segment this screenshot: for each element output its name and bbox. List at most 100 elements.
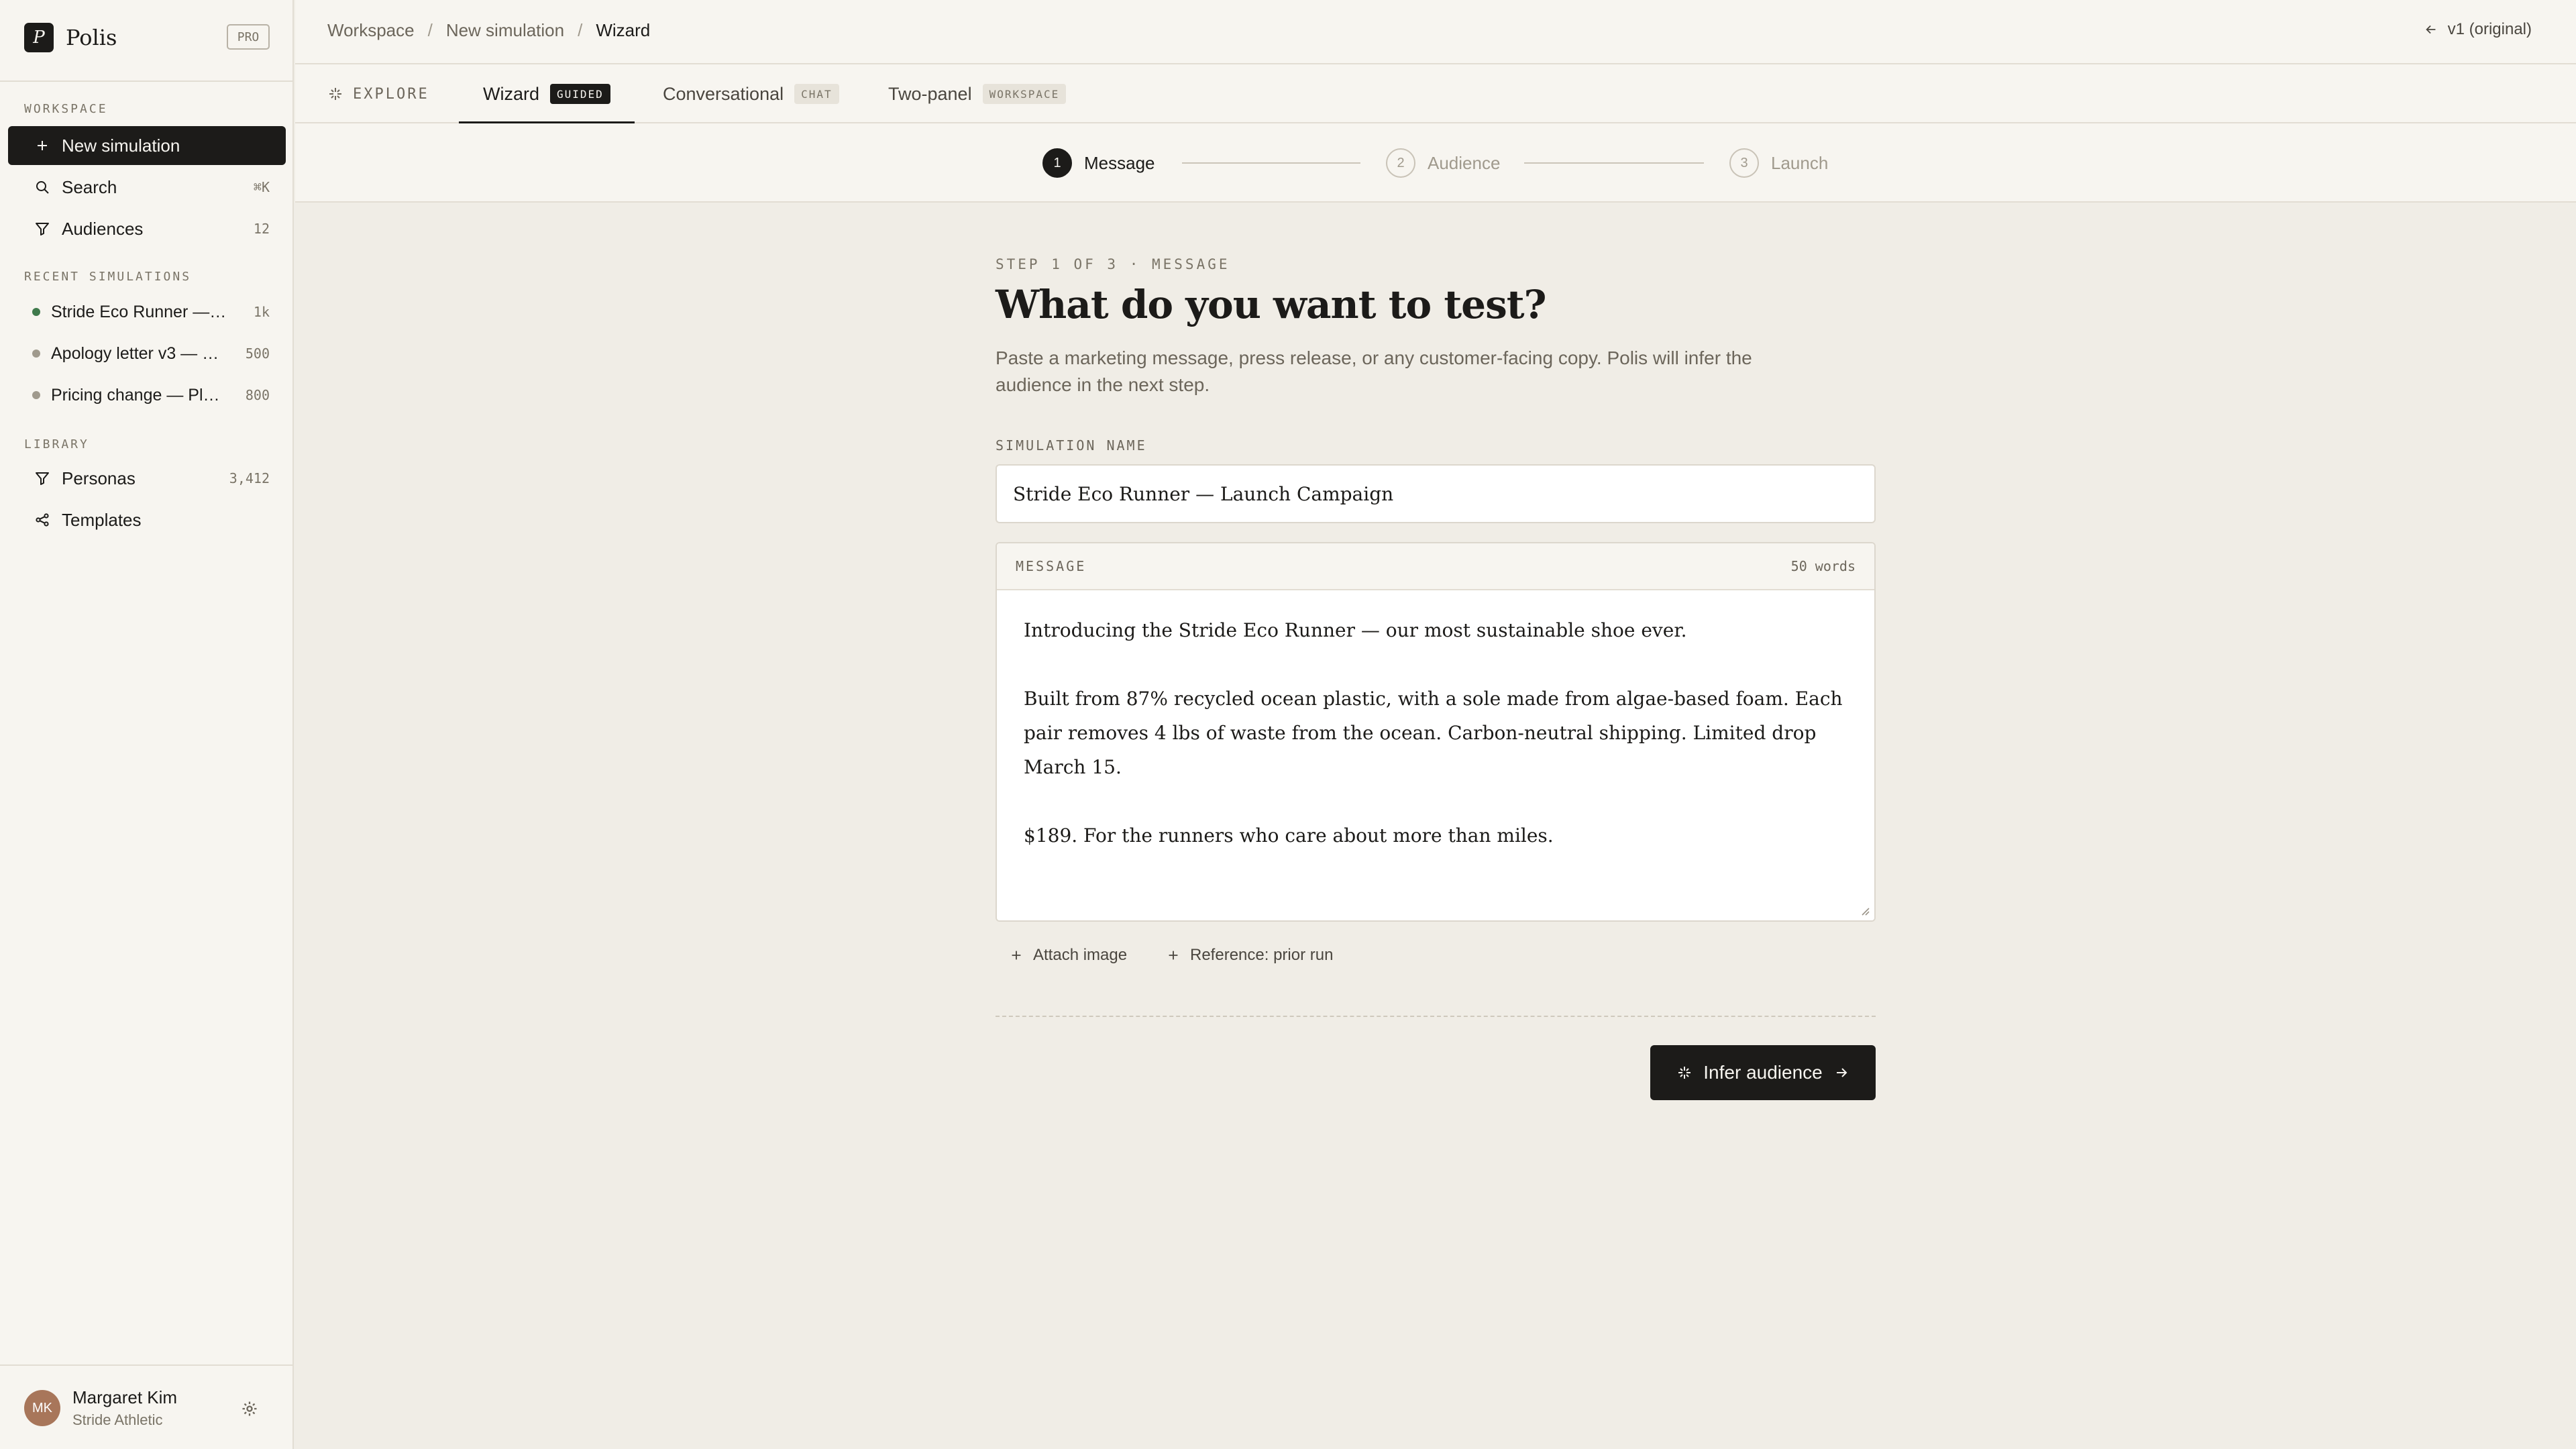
page-subtitle: Paste a marketing message, press release…: [996, 347, 1752, 395]
version-link[interactable]: v1 (original): [2424, 20, 2532, 39]
step-connector: [1524, 162, 1704, 164]
message-textarea[interactable]: Introducing the Stride Eco Runner — our …: [997, 590, 1874, 920]
item-count: 800: [245, 387, 270, 403]
message-header: MESSAGE 50 words: [997, 543, 1874, 590]
breadcrumb-current: Wizard: [596, 20, 651, 40]
sidebar-item-new-simulation[interactable]: New simulation: [8, 126, 286, 165]
sidebar-item-label: New simulation: [62, 135, 180, 156]
filter-icon: [34, 470, 51, 487]
arrow-left-icon: [2425, 25, 2436, 34]
step-label: Launch: [1771, 152, 1829, 173]
sparkle-icon: [329, 88, 341, 100]
step-launch[interactable]: 3 Launch: [1729, 148, 1828, 178]
resize-handle-icon[interactable]: [1858, 904, 1870, 916]
section-label-workspace: WORKSPACE: [24, 102, 108, 116]
plus-icon: [1012, 951, 1021, 960]
status-dot: [32, 391, 40, 399]
share-nodes-icon: [34, 511, 51, 529]
sidebar-item-search[interactable]: Search ⌘K: [8, 168, 286, 207]
recent-simulation-item[interactable]: Apology letter v3 — Customers 500: [8, 334, 286, 373]
plan-badge: PRO: [227, 24, 270, 50]
attach-image-button[interactable]: Attach image: [1009, 943, 1127, 967]
recent-simulation-label: Stride Eco Runner — Launch Campaign: [51, 302, 227, 321]
step-eyebrow: STEP 1 OF 3 · MESSAGE: [996, 256, 1230, 272]
page-title: What do you want to test?: [996, 282, 1547, 327]
filter-icon: [34, 220, 51, 237]
tab-badge: WORKSPACE: [982, 84, 1067, 104]
breadcrumb-separator: /: [578, 20, 583, 40]
breadcrumb-workspace[interactable]: Workspace: [327, 20, 415, 41]
tab-badge: GUIDED: [550, 84, 610, 104]
item-count: 12: [253, 221, 270, 237]
user-org: Stride Athletic: [72, 1411, 163, 1428]
recent-simulation-label: Apology letter v3 — Customers: [51, 343, 227, 363]
section-label-library: LIBRARY: [24, 437, 89, 451]
infer-audience-button[interactable]: Infer audience: [1650, 1045, 1876, 1100]
sidebar-item-label: Templates: [62, 509, 142, 530]
wizard-stepper: 1 Message 2 Audience 3 Launch: [295, 123, 2576, 203]
version-label: v1 (original): [2447, 20, 2532, 38]
brand-logo: P: [24, 23, 54, 52]
step-label: Message: [1084, 152, 1155, 173]
gear-icon[interactable]: [240, 1399, 259, 1418]
recent-simulation-label: Pricing change — Plans: [51, 385, 227, 405]
sidebar-item-label: Personas: [62, 468, 136, 488]
simulation-name-input[interactable]: [996, 464, 1876, 523]
plus-icon: [1169, 951, 1178, 960]
attach-image-label: Attach image: [1033, 946, 1128, 964]
step-number: 3: [1729, 148, 1759, 178]
reference-label: Reference: prior run: [1190, 946, 1334, 964]
status-dot-live: [32, 308, 40, 316]
tab-badge: CHAT: [794, 84, 839, 104]
sparkle-icon: [1676, 1065, 1693, 1081]
breadcrumb-separator: /: [427, 20, 433, 40]
tab-explore[interactable]: EXPLORE: [327, 64, 429, 123]
tab-label: Wizard: [483, 83, 540, 104]
sidebar-item-audiences[interactable]: Audiences 12: [8, 209, 286, 248]
search-icon: [34, 178, 51, 196]
tab-two-panel[interactable]: Two-panel WORKSPACE: [888, 64, 1067, 123]
status-dot: [32, 350, 40, 358]
sidebar-item-label: Search: [62, 176, 117, 197]
tab-label: Two-panel: [888, 83, 972, 104]
form-divider: [996, 1016, 1876, 1017]
word-count: 50 words: [1790, 558, 1856, 574]
cta-label: Infer audience: [1703, 1062, 1823, 1083]
breadcrumb: Workspace / New simulation / Wizard: [327, 20, 650, 41]
tab-label: Conversational: [663, 83, 784, 104]
recent-simulation-item[interactable]: Pricing change — Plans 800: [8, 376, 286, 415]
arrow-right-icon: [1833, 1065, 1849, 1081]
tab-conversational[interactable]: Conversational CHAT: [663, 64, 839, 123]
sidebar-divider: [0, 80, 294, 82]
recent-simulation-item[interactable]: Stride Eco Runner — Launch Campaign 1k: [8, 292, 286, 331]
brand[interactable]: P Polis: [24, 23, 117, 52]
sidebar-item-personas[interactable]: Personas 3,412: [8, 459, 286, 498]
step-audience[interactable]: 2 Audience: [1386, 148, 1500, 178]
shortcut-hint: ⌘K: [253, 179, 270, 195]
avatar: MK: [24, 1390, 60, 1426]
brand-name: Polis: [66, 25, 117, 50]
tab-label: EXPLORE: [353, 85, 429, 103]
top-bar: Workspace / New simulation / Wizard v1 (…: [295, 0, 2576, 64]
user-name: Margaret Kim: [72, 1387, 178, 1407]
step-label: Audience: [1428, 152, 1501, 173]
item-count: 3,412: [229, 470, 270, 486]
message-label: MESSAGE: [1016, 558, 1087, 574]
item-count: 1k: [253, 304, 270, 320]
simulation-name-label: SIMULATION NAME: [996, 437, 1147, 453]
plus-icon: [34, 137, 51, 154]
user-profile[interactable]: MK Margaret Kim Stride Athletic: [0, 1364, 294, 1449]
section-label-recent: RECENT SIMULATIONS: [24, 270, 192, 284]
tab-wizard[interactable]: Wizard GUIDED: [459, 64, 635, 125]
message-editor: MESSAGE 50 words Introducing the Stride …: [996, 542, 1876, 922]
sidebar-item-templates[interactable]: Templates: [8, 500, 286, 539]
step-number: 1: [1042, 148, 1072, 178]
step-connector: [1182, 162, 1360, 164]
mode-tabs: EXPLORE Wizard GUIDED Conversational CHA…: [295, 64, 2576, 125]
sidebar: P Polis PRO WORKSPACE New simulation Sea…: [0, 0, 294, 1449]
item-count: 500: [245, 345, 270, 362]
breadcrumb-new-simulation[interactable]: New simulation: [446, 20, 564, 41]
sidebar-item-label: Audiences: [62, 218, 144, 239]
reference-prior-run-button[interactable]: Reference: prior run: [1166, 943, 1333, 967]
step-message[interactable]: 1 Message: [1042, 148, 1155, 178]
